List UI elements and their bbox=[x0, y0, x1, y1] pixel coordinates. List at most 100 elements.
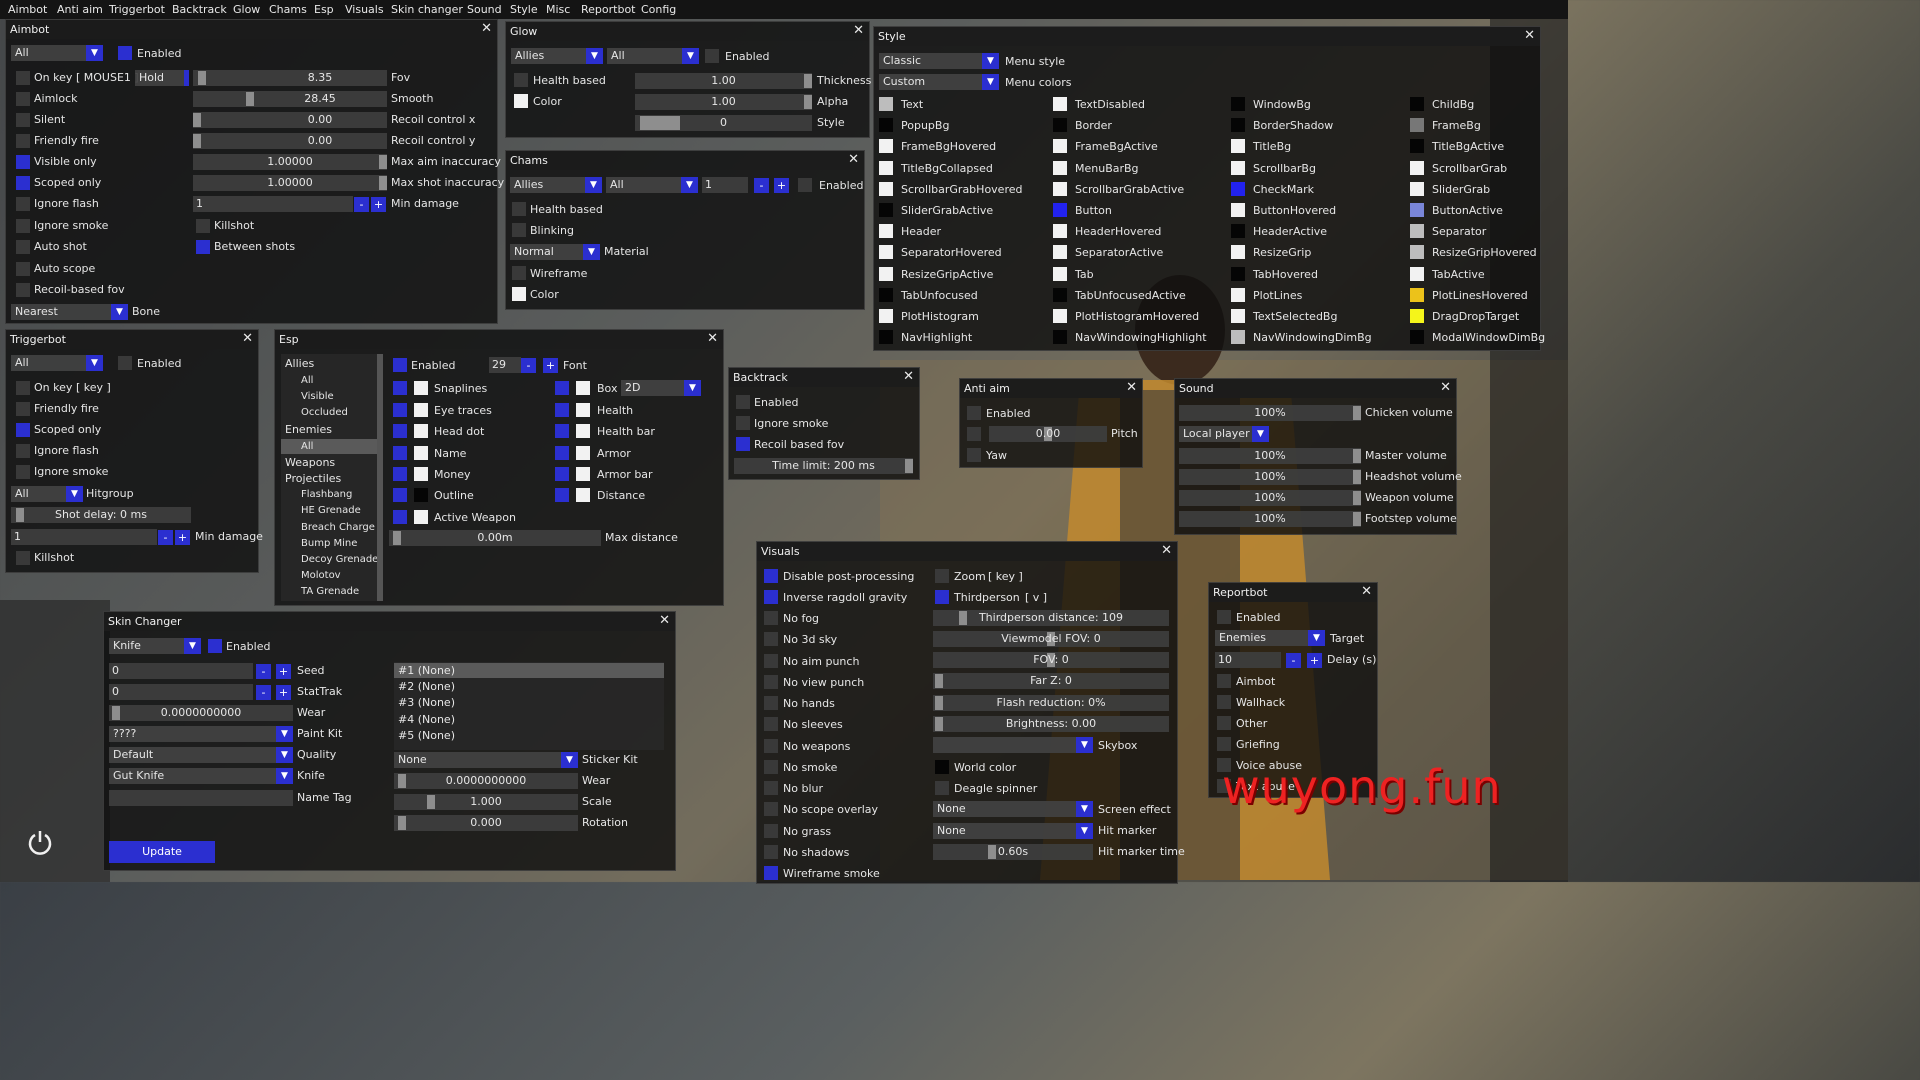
close-icon[interactable]: ✕ bbox=[1361, 583, 1372, 601]
enabled-checkbox[interactable] bbox=[393, 358, 407, 372]
increment-button[interactable]: + bbox=[276, 664, 291, 679]
checkbox[interactable] bbox=[764, 632, 778, 646]
scoped-only-checkbox[interactable] bbox=[16, 423, 30, 437]
auto-shot-checkbox[interactable] bbox=[16, 240, 30, 254]
decrement-button[interactable]: - bbox=[754, 178, 769, 193]
armor-color[interactable] bbox=[576, 446, 590, 460]
tree-item-selected[interactable]: All bbox=[281, 439, 383, 454]
color-swatch[interactable] bbox=[1410, 97, 1424, 111]
checkbox[interactable] bbox=[764, 845, 778, 859]
update-button[interactable]: Update bbox=[109, 841, 215, 863]
tree-item[interactable]: Weapons bbox=[281, 455, 383, 470]
menu-visuals[interactable]: Visuals bbox=[345, 0, 384, 19]
backtrack-titlebar[interactable]: Backtrack ✕ bbox=[729, 368, 919, 387]
friendly-fire-checkbox[interactable] bbox=[16, 402, 30, 416]
checkbox[interactable] bbox=[764, 802, 778, 816]
tree-item[interactable]: All bbox=[281, 373, 383, 388]
color-swatch[interactable] bbox=[1231, 203, 1245, 217]
color-swatch[interactable] bbox=[879, 266, 893, 281]
sound-titlebar[interactable]: Sound ✕ bbox=[1175, 379, 1456, 398]
color-swatch[interactable] bbox=[879, 97, 893, 111]
material-select[interactable]: Normal ▼ bbox=[510, 244, 600, 260]
on-key-checkbox[interactable] bbox=[16, 71, 30, 85]
decrement-button[interactable]: - bbox=[1286, 653, 1301, 668]
color-swatch[interactable] bbox=[1231, 118, 1245, 133]
max-distance-slider[interactable]: 0.00m bbox=[389, 530, 601, 546]
health-toggle[interactable] bbox=[555, 403, 569, 417]
thirdperson-distance-slider[interactable]: Thirdperson distance: 109 bbox=[933, 610, 1169, 626]
tree-item[interactable]: Enemies bbox=[281, 422, 383, 437]
ignore-smoke-checkbox[interactable] bbox=[736, 416, 750, 430]
chicken-volume-slider[interactable]: 100% bbox=[1179, 405, 1361, 421]
color-swatch[interactable] bbox=[1053, 97, 1067, 111]
increment-button[interactable]: + bbox=[276, 685, 291, 700]
team-select[interactable]: Allies ▼ bbox=[511, 48, 603, 64]
enabled-checkbox[interactable] bbox=[705, 49, 719, 63]
time-limit-slider[interactable]: Time limit: 200 ms bbox=[734, 458, 913, 474]
color-swatch[interactable] bbox=[1231, 266, 1245, 281]
enabled-checkbox[interactable] bbox=[736, 395, 750, 409]
armor-bar-color[interactable] bbox=[576, 467, 590, 481]
close-icon[interactable]: ✕ bbox=[1161, 542, 1172, 560]
increment-button[interactable]: + bbox=[175, 530, 190, 545]
recoil-based-fov-checkbox[interactable] bbox=[736, 437, 750, 451]
shot-delay-slider[interactable]: Shot delay: 0 ms bbox=[11, 507, 191, 523]
color-swatch[interactable] bbox=[879, 139, 893, 154]
color-swatch[interactable] bbox=[1231, 139, 1245, 154]
tree-item[interactable]: Molotov bbox=[281, 568, 383, 583]
yaw-checkbox[interactable] bbox=[967, 448, 981, 462]
ignore-flash-checkbox[interactable] bbox=[16, 197, 30, 211]
color-swatch[interactable] bbox=[1231, 224, 1245, 239]
hitgroup-select[interactable]: All ▼ bbox=[11, 486, 83, 502]
tree-item[interactable]: Breach Charge bbox=[281, 520, 383, 535]
active-weapon-color[interactable] bbox=[414, 510, 428, 524]
menu-sound[interactable]: Sound bbox=[467, 0, 502, 19]
increment-button[interactable]: + bbox=[543, 358, 558, 373]
checkbox[interactable] bbox=[764, 696, 778, 710]
increment-button[interactable]: + bbox=[774, 178, 789, 193]
sticker-wear-slider[interactable]: 0.0000000000 bbox=[394, 773, 578, 789]
menu-style-select[interactable]: Classic ▼ bbox=[879, 53, 999, 69]
close-icon[interactable]: ✕ bbox=[659, 612, 670, 630]
color-swatch[interactable] bbox=[879, 287, 893, 302]
menu-reportbot[interactable]: Reportbot bbox=[581, 0, 636, 19]
box-type-select[interactable]: 2D ▼ bbox=[621, 380, 701, 396]
health-based-checkbox[interactable] bbox=[512, 202, 526, 216]
menu-anti-aim[interactable]: Anti aim bbox=[57, 0, 103, 19]
wireframe-checkbox[interactable] bbox=[512, 266, 526, 280]
color-swatch[interactable] bbox=[1231, 287, 1245, 302]
color-swatch[interactable] bbox=[879, 224, 893, 239]
enabled-checkbox[interactable] bbox=[118, 46, 132, 60]
fov-slider[interactable]: FOV: 0 bbox=[933, 652, 1169, 668]
silent-checkbox[interactable] bbox=[16, 113, 30, 127]
thirdperson-checkbox[interactable] bbox=[935, 590, 949, 604]
headshot-volume-slider[interactable]: 100% bbox=[1179, 469, 1361, 485]
aimbot-titlebar[interactable]: Aimbot ✕ bbox=[6, 20, 497, 39]
close-icon[interactable]: ✕ bbox=[242, 330, 253, 348]
smooth-slider[interactable]: 28.45 bbox=[193, 91, 387, 107]
increment-button[interactable]: + bbox=[371, 197, 386, 212]
ignore-smoke-checkbox[interactable] bbox=[16, 219, 30, 233]
style-titlebar[interactable]: Style ✕ bbox=[874, 27, 1540, 46]
min-damage-input[interactable]: 1 bbox=[193, 196, 353, 212]
color-swatch[interactable] bbox=[1231, 309, 1245, 323]
box-color[interactable] bbox=[576, 381, 590, 395]
sticker-slot-selected[interactable]: #1 (None) bbox=[394, 663, 664, 678]
menu-triggerbot[interactable]: Triggerbot bbox=[109, 0, 165, 19]
alpha-slider[interactable]: 1.00 bbox=[635, 94, 812, 110]
paint-kit-select[interactable]: ???? ▼ bbox=[109, 726, 293, 742]
seed-input[interactable]: 0 bbox=[109, 663, 253, 679]
font-input[interactable]: 29 bbox=[489, 357, 521, 373]
tree-item[interactable]: TA Grenade bbox=[281, 584, 383, 599]
menu-aimbot[interactable]: Aimbot bbox=[8, 0, 47, 19]
color-swatch[interactable] bbox=[1053, 118, 1067, 133]
bone-select[interactable]: Nearest ▼ bbox=[11, 304, 128, 320]
weapon-select[interactable]: All ▼ bbox=[11, 355, 103, 371]
eye-traces-color[interactable] bbox=[414, 403, 428, 417]
checkbox[interactable] bbox=[764, 611, 778, 625]
master-volume-slider[interactable]: 100% bbox=[1179, 448, 1361, 464]
color-swatch[interactable] bbox=[1053, 287, 1067, 302]
deagle-spinner-checkbox[interactable] bbox=[935, 781, 949, 795]
checkbox[interactable] bbox=[764, 760, 778, 774]
distance-toggle[interactable] bbox=[555, 488, 569, 502]
